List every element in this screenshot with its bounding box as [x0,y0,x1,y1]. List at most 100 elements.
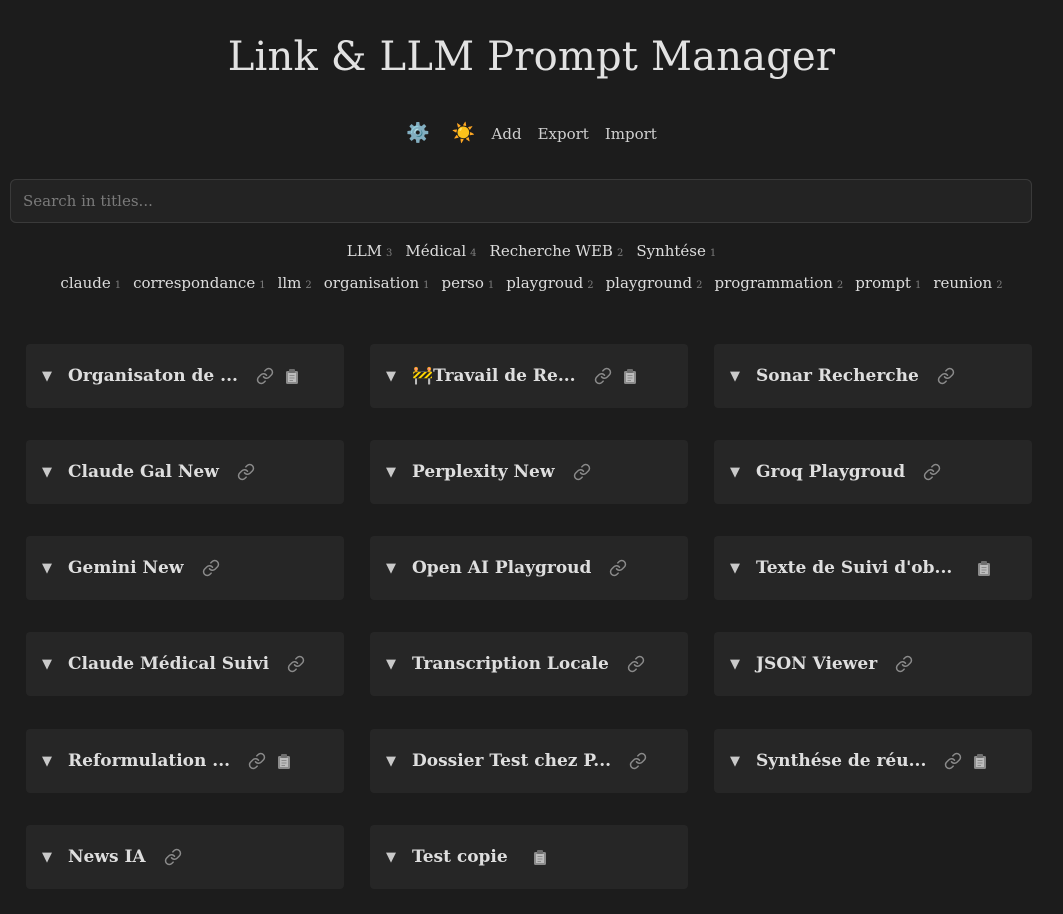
tag-name: programmation [714,274,833,292]
link-card[interactable]: ▼ 🚧Travail de Re... [370,344,688,408]
tag-name: playgroud [506,274,584,292]
link-card[interactable]: ▼ JSON Viewer [714,632,1032,696]
open-link-icon[interactable] [629,752,647,770]
expand-toggle-icon[interactable]: ▼ [42,561,68,576]
link-card[interactable]: ▼ Claude Gal New [26,440,344,504]
open-link-icon[interactable] [609,559,627,577]
tag-filter[interactable]: claude 1 [60,274,121,292]
expand-toggle-icon[interactable]: ▼ [42,850,68,865]
tag-filter[interactable]: llm 2 [278,274,312,292]
link-card[interactable]: ▼ Sonar Recherche [714,344,1032,408]
open-link-icon[interactable] [895,655,913,673]
link-card[interactable]: ▼ Perplexity New [370,440,688,504]
primary-tag-list: LLM 3 Médical 4 Recherche WEB 2 Synhtése 1 [0,242,1063,260]
expand-toggle-icon[interactable]: ▼ [386,369,412,384]
tag-count: 1 [487,280,495,291]
link-card[interactable]: ▼ Organisaton de ... [26,344,344,408]
link-card[interactable]: ▼ Claude Médical Suivi [26,632,344,696]
tag-count: 2 [696,280,703,291]
open-link-icon[interactable] [937,367,955,385]
import-button[interactable]: Import [605,125,657,143]
tag-filter[interactable]: organisation 1 [324,274,430,292]
link-card[interactable]: ▼ Open AI Playgroud [370,536,688,600]
link-card[interactable]: ▼ Reformulation ... [26,729,344,793]
tag-name: playground [605,274,693,292]
tag-filter[interactable]: LLM 3 [347,242,393,260]
tag-name: claude [60,274,111,292]
link-card[interactable]: ▼ News IA [26,825,344,889]
tag-name: perso [441,274,484,292]
tag-filter[interactable]: playgroud 2 [506,274,593,292]
tag-name: organisation [323,274,420,292]
card-title: News IA [68,847,146,867]
link-card[interactable]: ▼ Groq Playgroud [714,440,1032,504]
link-card[interactable]: ▼ Transcription Locale [370,632,688,696]
tag-filter[interactable]: prompt 1 [855,274,921,292]
link-card[interactable]: ▼ Dossier Test chez P... [370,729,688,793]
secondary-tag-list: claude 1 correspondance 1 llm 2 organisation 1 p… [0,274,1063,292]
expand-toggle-icon[interactable]: ▼ [386,465,412,480]
open-link-icon[interactable] [923,463,941,481]
add-button[interactable]: Add [492,125,522,143]
tag-name: correspondance [133,274,256,292]
link-card[interactable]: ▼ Texte de Suivi d'ob... [714,536,1032,600]
expand-toggle-icon[interactable]: ▼ [730,657,756,672]
card-title: Perplexity New [412,462,555,482]
export-button[interactable]: Export [538,125,589,143]
tag-filter[interactable]: programmation 2 [714,274,843,292]
open-link-icon[interactable] [202,559,220,577]
tag-count: 1 [259,280,266,291]
open-link-icon[interactable] [256,367,274,385]
card-title: Texte de Suivi d'ob... [756,558,953,578]
expand-toggle-icon[interactable]: ▼ [42,754,68,769]
copy-clipboard-icon[interactable] [276,753,292,770]
open-link-icon[interactable] [248,752,266,770]
toolbar: ⚙️ ☀️ Add Export Import [0,124,1063,143]
theme-toggle-sun-icon[interactable]: ☀️ [452,124,476,143]
expand-toggle-icon[interactable]: ▼ [730,369,756,384]
open-link-icon[interactable] [287,655,305,673]
open-link-icon[interactable] [237,463,255,481]
settings-gear-icon[interactable]: ⚙️ [406,124,430,143]
tag-filter[interactable]: perso 1 [442,274,495,292]
expand-toggle-icon[interactable]: ▼ [386,657,412,672]
card-title: 🚧Travail de Re... [412,366,576,386]
expand-toggle-icon[interactable]: ▼ [386,754,412,769]
expand-toggle-icon[interactable]: ▼ [730,754,756,769]
expand-toggle-icon[interactable]: ▼ [730,465,756,480]
tag-filter[interactable]: Recherche WEB 2 [490,242,624,260]
expand-toggle-icon[interactable]: ▼ [42,657,68,672]
card-title: Claude Gal New [68,462,219,482]
link-card[interactable]: ▼ Test copie [370,825,688,889]
copy-clipboard-icon[interactable] [532,849,548,866]
card-title: Synthése de réu... [756,751,927,771]
open-link-icon[interactable] [573,463,591,481]
expand-toggle-icon[interactable]: ▼ [42,369,68,384]
copy-clipboard-icon[interactable] [284,368,300,385]
expand-toggle-icon[interactable]: ▼ [386,850,412,865]
link-card[interactable]: ▼ Gemini New [26,536,344,600]
tag-count: 2 [616,248,624,259]
expand-toggle-icon[interactable]: ▼ [386,561,412,576]
card-title: Transcription Locale [412,654,609,674]
copy-clipboard-icon[interactable] [976,560,992,577]
tag-count: 4 [470,248,477,259]
link-card[interactable]: ▼ Synthése de réu... [714,729,1032,793]
open-link-icon[interactable] [627,655,645,673]
search-input[interactable] [10,179,1032,223]
tag-filter[interactable]: Synhtése 1 [636,242,716,260]
open-link-icon[interactable] [164,848,182,866]
tag-filter[interactable]: reunion 2 [933,274,1002,292]
expand-toggle-icon[interactable]: ▼ [42,465,68,480]
copy-clipboard-icon[interactable] [622,368,638,385]
tag-filter[interactable]: correspondance 1 [133,274,266,292]
search-bar [10,179,1032,223]
tag-filter[interactable]: playground 2 [606,274,703,292]
tag-filter[interactable]: Médical 4 [405,242,476,260]
expand-toggle-icon[interactable]: ▼ [730,561,756,576]
open-link-icon[interactable] [944,752,962,770]
copy-clipboard-icon[interactable] [972,753,988,770]
tag-name: reunion [933,274,993,292]
open-link-icon[interactable] [594,367,612,385]
card-title: Organisaton de ... [68,366,238,386]
